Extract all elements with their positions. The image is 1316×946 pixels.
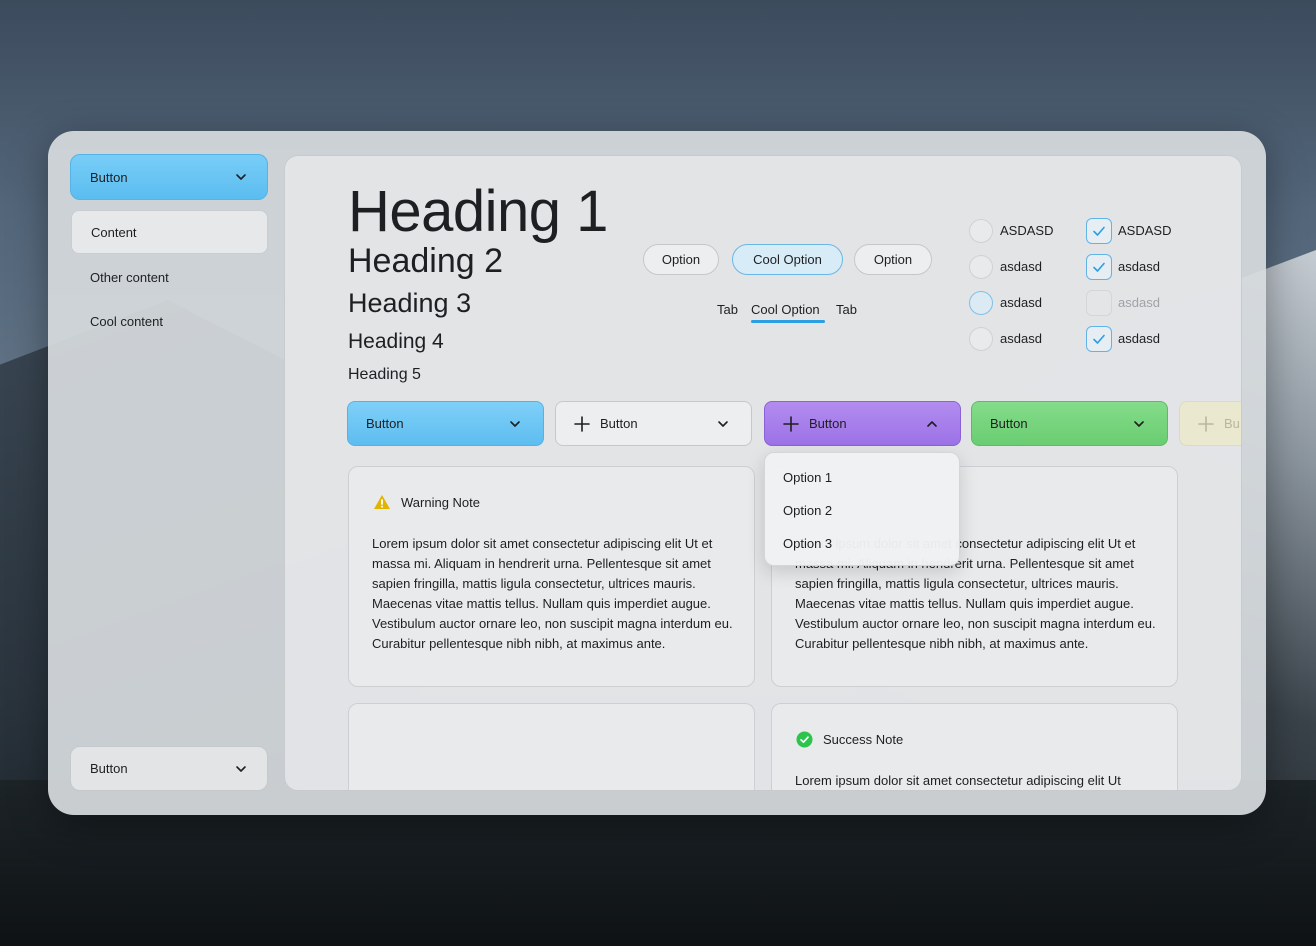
chip-cool-option[interactable]: Cool Option: [732, 244, 843, 275]
checkbox[interactable]: [1086, 326, 1112, 352]
chip-label: Option: [661, 252, 701, 267]
sidebar-item-label: Content: [91, 224, 137, 240]
card-title-row: Success Note: [796, 731, 903, 748]
dropdown-label: Button: [809, 416, 847, 431]
heading-1: Heading 1: [348, 179, 608, 244]
dropdown-option[interactable]: Option 1: [783, 470, 832, 485]
success-check-icon: [796, 731, 813, 748]
main-panel: Heading 1 Heading 2 Heading 3 Heading 4 …: [284, 155, 1242, 791]
dropdown-option[interactable]: Option 3: [783, 536, 832, 551]
dropdown-label: Button: [990, 416, 1028, 431]
dropdown-button-gray[interactable]: Button: [555, 401, 752, 446]
warning-icon: [374, 495, 390, 509]
tab-active-indicator: [751, 320, 825, 323]
radio-label: ASDASD: [1000, 223, 1054, 238]
dropdown-button-yellow-disabled: Bu: [1179, 401, 1241, 446]
sidebar-top-dropdown-button[interactable]: Button: [70, 154, 268, 200]
tab[interactable]: Tab: [836, 302, 857, 317]
radio-label: asdasd: [1000, 295, 1042, 310]
chevron-down-icon: [236, 765, 246, 772]
dropdown-label: Button: [600, 416, 638, 431]
checkbox-disabled: [1086, 290, 1112, 316]
chevron-down-icon: [236, 174, 246, 180]
sidebar-bottom-button-label: Button: [90, 761, 128, 776]
dropdown-label: Bu: [1224, 416, 1240, 431]
sidebar-item-content[interactable]: Content: [71, 210, 268, 254]
card-title: Success Note: [823, 732, 904, 747]
heading-5: Heading 5: [348, 366, 421, 383]
sidebar-bottom-dropdown-button[interactable]: Button: [70, 746, 268, 791]
sidebar-item-cool-content[interactable]: Cool content: [71, 299, 268, 343]
heading-3: Heading 3: [348, 288, 472, 318]
dropdown-button-purple[interactable]: Button: [764, 401, 961, 446]
tab[interactable]: Tab: [717, 302, 738, 317]
chevron-down-icon: [510, 420, 520, 427]
chevron-down-icon: [718, 420, 728, 427]
dropdown-button-blue[interactable]: Button: [347, 401, 544, 446]
checkbox-label: asdasd: [1118, 331, 1160, 346]
checkbox[interactable]: [1086, 254, 1112, 280]
sidebar-item-label: Cool content: [90, 313, 163, 329]
plus-icon: [783, 415, 799, 432]
card-title-row: Warning Note: [373, 494, 480, 510]
card-body-text: Lorem ipsum dolor sit amet consectetur a…: [372, 536, 733, 651]
card-title: Warning Note: [401, 494, 480, 510]
heading-2: Heading 2: [348, 242, 504, 280]
radio-button[interactable]: [969, 219, 993, 243]
chevron-down-icon: [1134, 420, 1144, 427]
dropdown-button-green[interactable]: Button: [971, 401, 1168, 446]
chip-option[interactable]: Option: [854, 244, 932, 275]
checkbox[interactable]: [1086, 218, 1112, 244]
warning-note-card: Warning Note Lorem ipsum dolor sit amet …: [348, 466, 755, 687]
tab-cool-option[interactable]: Cool Option: [751, 302, 820, 317]
plus-icon: [574, 415, 590, 432]
check-icon: [1093, 334, 1105, 344]
dropdown-menu: Option 1 Option 2 Option 3: [764, 452, 960, 566]
radio-button[interactable]: [969, 255, 993, 279]
chip-label: Cool Option: [753, 252, 822, 267]
sidebar-item-other-content[interactable]: Other content: [71, 255, 268, 299]
chevron-up-icon: [927, 420, 937, 427]
sidebar-top-button-label: Button: [90, 169, 128, 185]
chip-label: Option: [873, 252, 913, 267]
radio-button[interactable]: [969, 291, 993, 315]
checkbox-label: asdasd: [1118, 295, 1160, 310]
radio-label: asdasd: [1000, 259, 1042, 274]
plus-icon: [1198, 415, 1214, 432]
card-body-text: Lorem ipsum dolor sit amet consectetur a…: [795, 773, 1121, 788]
radio-button[interactable]: [969, 327, 993, 351]
chip-option[interactable]: Option: [643, 244, 719, 275]
checkbox-label: ASDASD: [1118, 223, 1172, 238]
sidebar-item-label: Other content: [90, 269, 169, 285]
checkbox-label: asdasd: [1118, 259, 1160, 274]
empty-card: [348, 703, 755, 790]
app-window: Button Content Other content Cool conten…: [48, 131, 1266, 815]
check-icon: [1093, 262, 1105, 272]
dropdown-option[interactable]: Option 2: [783, 503, 832, 518]
dropdown-label: Button: [366, 416, 404, 431]
check-icon: [1093, 226, 1105, 236]
success-note-card: Success Note Lorem ipsum dolor sit amet …: [771, 703, 1178, 790]
heading-4: Heading 4: [348, 330, 444, 353]
radio-label: asdasd: [1000, 331, 1042, 346]
